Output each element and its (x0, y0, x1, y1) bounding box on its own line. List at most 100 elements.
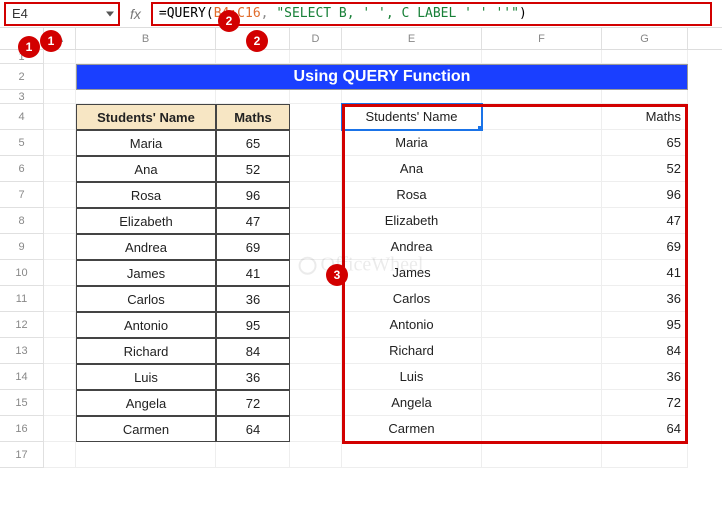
cell[interactable] (482, 90, 602, 104)
cell[interactable] (602, 90, 688, 104)
cell[interactable] (44, 364, 76, 390)
right-name-cell[interactable]: Carmen (342, 416, 482, 442)
right-name-cell[interactable]: Maria (342, 130, 482, 156)
cell[interactable] (44, 64, 76, 90)
cell[interactable] (290, 312, 342, 338)
cell[interactable] (216, 442, 290, 468)
cell[interactable] (44, 182, 76, 208)
cell[interactable] (482, 50, 602, 64)
right-maths-cell[interactable]: 84 (602, 338, 688, 364)
right-name-cell[interactable]: Andrea (342, 234, 482, 260)
left-name-cell[interactable]: Elizabeth (76, 208, 216, 234)
left-name-cell[interactable]: Richard (76, 338, 216, 364)
cell[interactable] (44, 260, 76, 286)
right-name-cell[interactable]: Antonio (342, 312, 482, 338)
cell[interactable] (76, 90, 216, 104)
row-header[interactable]: 4 (0, 104, 44, 130)
cell[interactable] (482, 182, 602, 208)
cell[interactable] (290, 50, 342, 64)
right-name-cell[interactable]: James (342, 260, 482, 286)
col-header-f[interactable]: F (482, 28, 602, 49)
left-maths-cell[interactable]: 84 (216, 338, 290, 364)
cell[interactable] (342, 90, 482, 104)
row-header[interactable]: 11 (0, 286, 44, 312)
cell[interactable] (44, 208, 76, 234)
cell[interactable] (290, 390, 342, 416)
cell[interactable] (290, 104, 342, 130)
left-name-cell[interactable]: Ana (76, 156, 216, 182)
left-name-cell[interactable]: Andrea (76, 234, 216, 260)
cell[interactable] (482, 208, 602, 234)
cell[interactable] (76, 442, 216, 468)
cell-area[interactable]: Using QUERY Function Students' Name Math… (44, 50, 722, 512)
right-name-cell[interactable]: Richard (342, 338, 482, 364)
left-header-name[interactable]: Students' Name (76, 104, 216, 130)
cell[interactable] (482, 312, 602, 338)
cell[interactable] (602, 442, 688, 468)
right-name-cell[interactable]: Ana (342, 156, 482, 182)
row-header[interactable]: 5 (0, 130, 44, 156)
left-maths-cell[interactable]: 96 (216, 182, 290, 208)
cell[interactable] (290, 442, 342, 468)
row-header[interactable]: 15 (0, 390, 44, 416)
cell[interactable] (290, 182, 342, 208)
cell[interactable] (44, 50, 76, 64)
title-cell[interactable]: Using QUERY Function (76, 64, 688, 90)
cell[interactable] (482, 156, 602, 182)
row-header[interactable]: 14 (0, 364, 44, 390)
cell[interactable] (290, 234, 342, 260)
cell[interactable] (482, 234, 602, 260)
cell[interactable] (44, 90, 76, 104)
left-maths-cell[interactable]: 64 (216, 416, 290, 442)
left-maths-cell[interactable]: 41 (216, 260, 290, 286)
left-maths-cell[interactable]: 65 (216, 130, 290, 156)
cell[interactable] (44, 338, 76, 364)
cell[interactable] (342, 442, 482, 468)
cell[interactable] (44, 312, 76, 338)
chevron-down-icon[interactable] (106, 11, 114, 16)
row-header[interactable]: 7 (0, 182, 44, 208)
right-maths-cell[interactable]: 65 (602, 130, 688, 156)
left-name-cell[interactable]: Angela (76, 390, 216, 416)
right-name-cell[interactable]: Luis (342, 364, 482, 390)
row-header[interactable]: 3 (0, 90, 44, 104)
cell[interactable] (76, 50, 216, 64)
cell[interactable] (482, 338, 602, 364)
cell[interactable] (482, 104, 602, 130)
cell[interactable] (482, 130, 602, 156)
cell[interactable] (44, 286, 76, 312)
right-name-cell[interactable]: Carlos (342, 286, 482, 312)
right-maths-cell[interactable]: 36 (602, 286, 688, 312)
row-header[interactable]: 12 (0, 312, 44, 338)
cell[interactable] (290, 90, 342, 104)
row-header[interactable]: 17 (0, 442, 44, 468)
right-maths-cell[interactable]: 95 (602, 312, 688, 338)
right-header-maths[interactable]: Maths (602, 104, 688, 130)
cell[interactable] (44, 390, 76, 416)
right-maths-cell[interactable]: 69 (602, 234, 688, 260)
cell[interactable] (482, 416, 602, 442)
cell-e4-active[interactable]: Students' Name (342, 104, 482, 130)
left-maths-cell[interactable]: 52 (216, 156, 290, 182)
cell[interactable] (290, 130, 342, 156)
name-box[interactable]: E4 (4, 2, 120, 26)
cell[interactable] (290, 338, 342, 364)
right-name-cell[interactable]: Elizabeth (342, 208, 482, 234)
left-maths-cell[interactable]: 36 (216, 286, 290, 312)
cell[interactable] (44, 130, 76, 156)
right-maths-cell[interactable]: 41 (602, 260, 688, 286)
left-maths-cell[interactable]: 36 (216, 364, 290, 390)
left-name-cell[interactable]: Rosa (76, 182, 216, 208)
cell[interactable] (216, 90, 290, 104)
cell[interactable] (44, 104, 76, 130)
left-name-cell[interactable]: Maria (76, 130, 216, 156)
cell[interactable] (482, 286, 602, 312)
cell[interactable] (482, 260, 602, 286)
cell[interactable] (290, 416, 342, 442)
cell[interactable] (482, 442, 602, 468)
left-maths-cell[interactable]: 69 (216, 234, 290, 260)
left-name-cell[interactable]: Luis (76, 364, 216, 390)
left-maths-cell[interactable]: 95 (216, 312, 290, 338)
left-maths-cell[interactable]: 47 (216, 208, 290, 234)
left-name-cell[interactable]: Antonio (76, 312, 216, 338)
